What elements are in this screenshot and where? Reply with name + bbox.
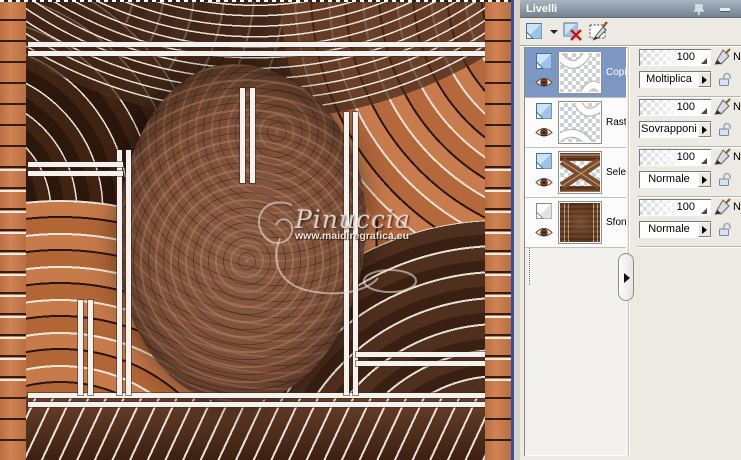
brush-icon: [714, 98, 731, 115]
visibility-eye-icon[interactable]: [535, 126, 553, 139]
brush-icon: [714, 148, 731, 165]
autohide-pin-icon[interactable]: [692, 3, 705, 16]
layer-controls-raster: 100 Ne Sovrapponi: [637, 97, 741, 147]
image-window-border: [511, 0, 514, 460]
layer-controls-sfondo: 100 Ne Normale: [637, 197, 741, 247]
panel-splitter[interactable]: [628, 47, 629, 456]
layer-thumbnail[interactable]: [558, 101, 602, 144]
visibility-eye-icon[interactable]: [535, 76, 553, 89]
artwork-stripe: [28, 51, 485, 56]
link-set-label[interactable]: Ne: [733, 49, 741, 66]
artwork-stripe: [28, 42, 485, 47]
thumbnail-lattice: [560, 153, 600, 192]
blend-dropdown-button[interactable]: [698, 172, 711, 187]
raster-layer-icon: [536, 53, 552, 69]
artwork-brick-highlight: [0, 150, 26, 390]
collapse-arrow-icon: [624, 273, 630, 283]
layer-name: Sfon: [606, 217, 626, 228]
thumbnail-wood: [560, 203, 600, 242]
edit-selection-icon: [589, 21, 608, 41]
canvas-image[interactable]: Pinuccia www.maidiregrafica.eu: [0, 0, 511, 460]
selection-marching-ants: [0, 0, 511, 2]
layer-thumbnail[interactable]: [558, 151, 602, 194]
lock-open-icon[interactable]: [717, 70, 733, 87]
layer-name: Copi: [606, 67, 626, 78]
group-separator: [637, 246, 741, 248]
palette-toolbar: [520, 19, 741, 45]
link-set-label[interactable]: Ne: [733, 99, 741, 116]
background-layer-icon: [536, 203, 552, 219]
brush-icon: [714, 198, 731, 215]
lock-open-icon[interactable]: [717, 220, 733, 237]
visibility-eye-icon[interactable]: [535, 176, 553, 189]
layer-thumbnail[interactable]: [558, 51, 602, 94]
watermark: Pinuccia www.maidiregrafica.eu: [257, 201, 495, 295]
layer-row-copia[interactable]: Copi: [525, 48, 626, 98]
thumbnail-waves: [560, 103, 600, 142]
link-set-label[interactable]: Ne: [733, 199, 741, 216]
layer-name: Rast: [606, 117, 626, 128]
dropdown-arrow-icon[interactable]: [550, 30, 558, 34]
edit-selection-button[interactable]: [588, 21, 612, 43]
palette-titlebar[interactable]: Livelli: [520, 0, 741, 18]
artwork-stripe: [356, 352, 486, 357]
blend-dropdown-button[interactable]: [698, 122, 711, 137]
raster-layer-icon: [536, 103, 552, 119]
layer-row-selezione[interactable]: Sele: [525, 148, 626, 198]
layer-controls-copia: 100 Ne Moltiplica: [637, 47, 741, 97]
delete-layer-icon: [563, 22, 582, 41]
layer-thumbnail[interactable]: [558, 201, 602, 244]
lock-open-icon[interactable]: [717, 170, 733, 187]
artwork-stripe: [28, 171, 123, 176]
artwork-stripe: [117, 150, 122, 395]
brush-icon: [714, 48, 731, 65]
layers-palette: Livelli Copi Rast Sele Sfon 100 N Moltip…: [520, 0, 741, 460]
blend-dropdown-button[interactable]: [698, 222, 711, 237]
artwork-stripe: [250, 88, 255, 183]
lock-open-icon[interactable]: [717, 120, 733, 137]
artwork-stripe: [28, 162, 123, 167]
artwork-stripe: [356, 361, 486, 366]
layer-list: Copi Rast Sele Sfon: [524, 47, 627, 456]
layer-name: Sele: [606, 167, 626, 178]
layer-controls-selezione: 100 Ne Normale: [637, 147, 741, 197]
artwork-stripe: [78, 300, 83, 395]
opacity-slider-handle[interactable]: [701, 108, 707, 114]
artwork-stripe: [240, 88, 245, 183]
link-set-label[interactable]: Ne: [733, 149, 741, 166]
palette-title: Livelli: [526, 3, 558, 15]
minimize-icon[interactable]: [720, 8, 730, 11]
layer-row-raster[interactable]: Rast: [525, 98, 626, 148]
opacity-slider-handle[interactable]: [701, 58, 707, 64]
artwork-stripe: [126, 150, 131, 395]
watermark-swirl-icon: [257, 201, 417, 295]
visibility-eye-icon[interactable]: [535, 226, 553, 239]
layer-row-sfondo[interactable]: Sfon: [525, 198, 626, 248]
new-layer-icon: [526, 23, 542, 39]
delete-layer-button[interactable]: [562, 21, 586, 43]
new-layer-button[interactable]: [524, 21, 560, 43]
blend-dropdown-button[interactable]: [698, 72, 711, 87]
splitter-handle[interactable]: [618, 253, 634, 301]
artwork-stripe: [28, 393, 485, 398]
opacity-slider-handle[interactable]: [701, 208, 707, 214]
opacity-slider-handle[interactable]: [701, 158, 707, 164]
thumbnail-waves: [560, 53, 600, 92]
artwork-stripe: [88, 300, 93, 395]
raster-layer-icon: [536, 153, 552, 169]
artwork-stripe: [28, 402, 485, 407]
artwork-brick-highlight: [485, 150, 511, 390]
